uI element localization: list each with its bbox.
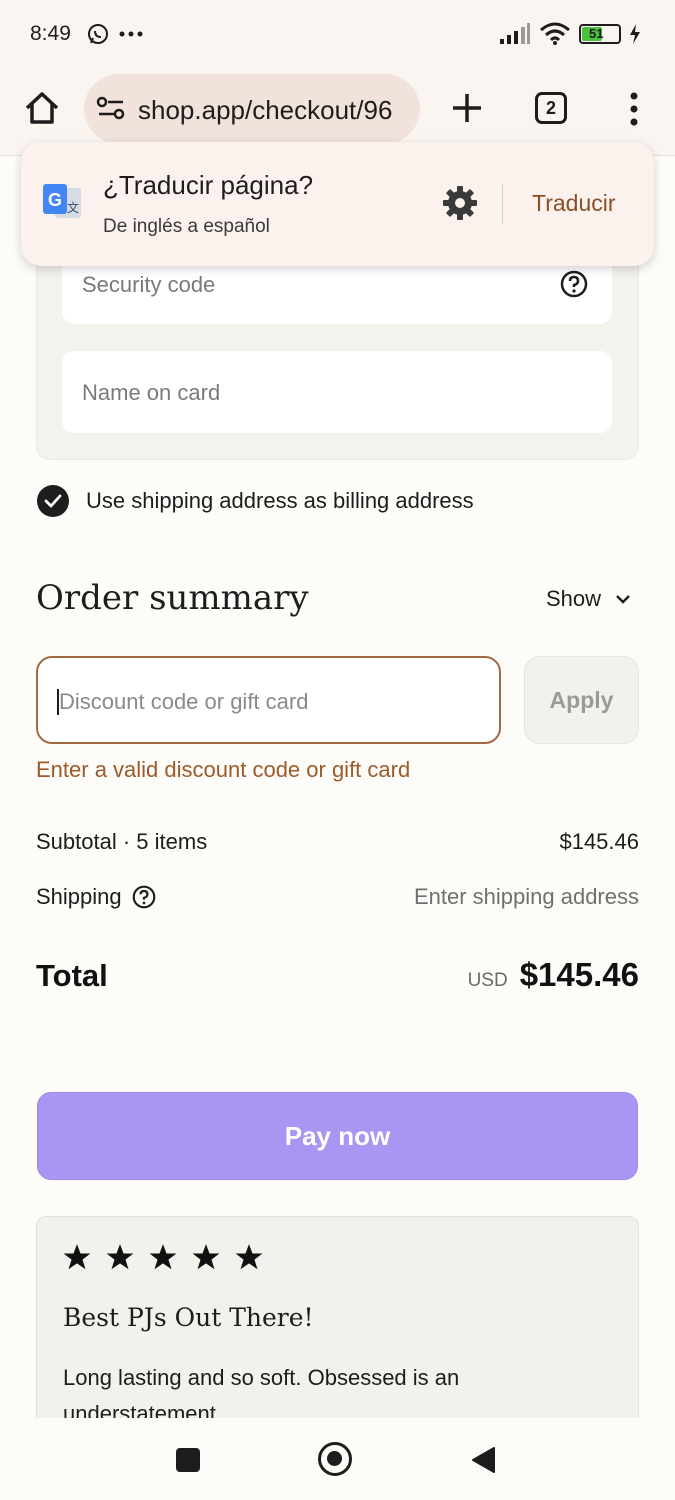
billing-label: Use shipping address as billing address: [86, 488, 474, 513]
apply-button[interactable]: Apply: [524, 656, 639, 744]
total-label: Total: [36, 958, 108, 993]
pay-now-button[interactable]: Pay now: [37, 1092, 638, 1180]
name-on-card-field[interactable]: Name on card: [62, 351, 612, 433]
gear-icon[interactable]: [441, 184, 479, 222]
more-notifications-icon: [119, 31, 143, 37]
review-title: Best PJs Out There!: [63, 1303, 314, 1332]
discount-error-message: Enter a valid discount code or gift card: [36, 757, 411, 782]
more-options-icon[interactable]: [624, 92, 644, 126]
svg-text:G: G: [48, 190, 62, 210]
star-icon: [192, 1244, 220, 1270]
wifi-icon: [540, 22, 570, 45]
billing-same-as-shipping[interactable]: Use shipping address as billing address: [37, 485, 474, 517]
divider: [502, 184, 503, 224]
recent-apps-button[interactable]: [176, 1448, 200, 1472]
status-time: 8:49: [30, 22, 71, 45]
help-icon[interactable]: [560, 270, 588, 298]
system-navigation-bar: [0, 1418, 675, 1500]
star-icon: [106, 1244, 134, 1270]
home-button[interactable]: [318, 1442, 352, 1476]
translate-button[interactable]: Traducir: [532, 190, 616, 217]
battery-level: 51: [589, 26, 604, 41]
battery-icon: 51: [579, 24, 621, 44]
total-value: USD $145.46: [468, 956, 639, 994]
chevron-down-icon: [616, 595, 630, 604]
shipping-label: Shipping: [36, 884, 122, 909]
google-translate-icon: G 文: [43, 184, 81, 218]
help-icon[interactable]: [132, 885, 156, 909]
home-icon[interactable]: [22, 88, 62, 128]
name-on-card-placeholder: Name on card: [82, 380, 221, 405]
total-amount: $145.46: [519, 956, 639, 993]
text-cursor: [57, 689, 59, 715]
review-card: Best PJs Out There! Long lasting and so …: [36, 1216, 639, 1436]
star-rating: [63, 1243, 263, 1271]
order-summary-title: Order summary: [36, 578, 309, 618]
discount-code-input[interactable]: Discount code or gift card: [36, 656, 501, 744]
svg-text:文: 文: [67, 200, 79, 215]
subtotal-value: $145.46: [559, 829, 639, 854]
back-icon[interactable]: [470, 1446, 496, 1474]
site-settings-icon[interactable]: [96, 94, 126, 122]
address-bar[interactable]: shop.app/checkout/96: [84, 74, 420, 144]
checkbox-checked[interactable]: [37, 485, 69, 517]
show-label: Show: [546, 586, 602, 611]
shipping-row: Shipping: [36, 884, 156, 910]
charging-icon: [630, 24, 640, 44]
tab-switcher-button[interactable]: 2: [535, 92, 567, 124]
status-bar: 8:49 51: [0, 0, 675, 66]
star-icon: [63, 1244, 91, 1270]
translate-subtitle: De inglés a español: [103, 216, 270, 237]
translate-title: ¿Traducir página?: [103, 170, 314, 200]
translate-prompt: G 文 ¿Traducir página? De inglés a españo…: [21, 142, 654, 266]
security-code-placeholder: Security code: [82, 272, 216, 297]
star-icon: [235, 1244, 263, 1270]
star-icon: [149, 1244, 177, 1270]
discount-placeholder: Discount code or gift card: [59, 689, 309, 714]
whatsapp-icon: [88, 24, 108, 44]
signal-icon: [500, 23, 530, 44]
order-summary-toggle[interactable]: Show: [546, 586, 631, 612]
check-icon: [44, 494, 62, 508]
url-text[interactable]: shop.app/checkout/96: [138, 95, 408, 126]
subtotal-label: Subtotal · 5 items: [36, 829, 208, 854]
total-currency: USD: [467, 970, 508, 991]
new-tab-icon[interactable]: [447, 88, 487, 128]
shipping-value: Enter shipping address: [413, 884, 639, 909]
